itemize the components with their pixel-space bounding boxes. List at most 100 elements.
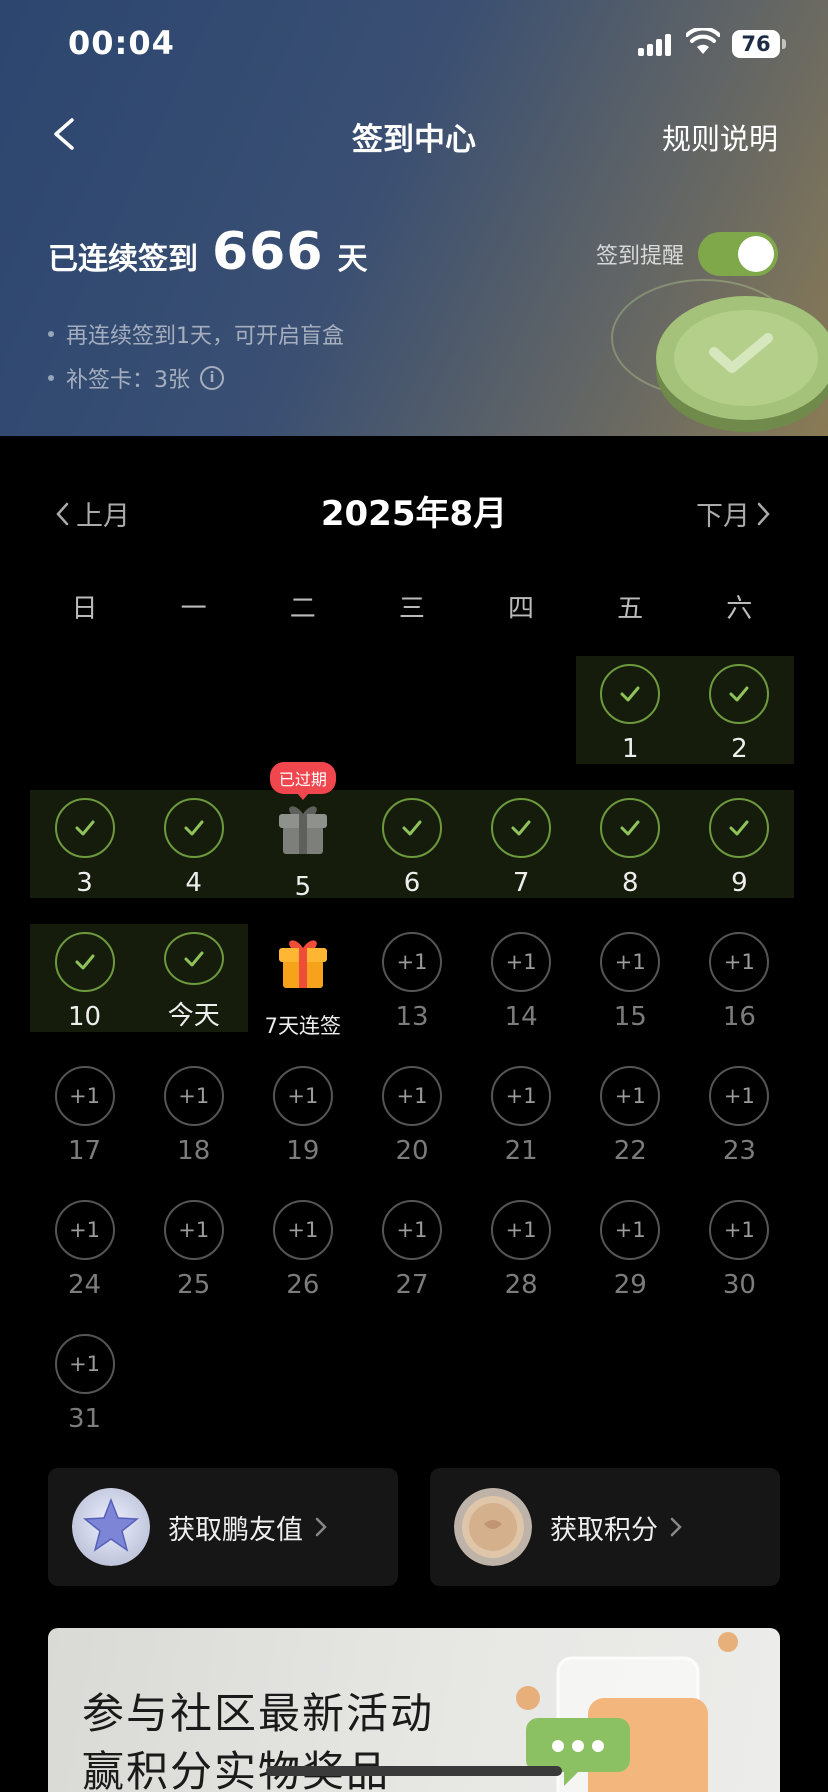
next-month-button[interactable]: 下月 [696, 494, 772, 533]
plus-one-marker: +1 [709, 932, 770, 992]
day-label: 5 [294, 872, 312, 902]
day-label: 18 [177, 1136, 211, 1166]
calendar-day[interactable]: +1 31 [30, 1326, 139, 1434]
reminder-setting: 签到提醒 [596, 232, 779, 276]
tip-item: 再连续签到1天，可开启盲盒 [48, 312, 344, 356]
card-label: 获取积分 [550, 1514, 658, 1546]
header-panel: 00:04 76 签到中心 规则说明 已连续签到 666 天 签到提醒 再连续签… [0, 0, 828, 436]
calendar-day[interactable]: +1 16 [685, 924, 794, 1032]
day-label: 今天 [167, 1001, 220, 1031]
calendar-day[interactable]: +1 24 [30, 1192, 139, 1300]
day-label: 6 [403, 868, 421, 898]
check-coin-illustration [611, 279, 828, 432]
status-bar: 00:04 76 [0, 0, 828, 90]
calendar-day[interactable]: 已过期 5 [248, 762, 357, 902]
weekday-label: 一 [180, 594, 207, 624]
calendar-day[interactable]: 7 [467, 790, 576, 898]
bullet-dot [48, 331, 54, 337]
calendar-day[interactable]: +1 28 [467, 1192, 576, 1300]
calendar-day[interactable]: 1 [576, 656, 685, 764]
plus-one-marker: +1 [381, 1200, 442, 1260]
checkmark-icon [600, 664, 661, 724]
reminder-toggle[interactable] [698, 232, 779, 276]
day-label: 21 [504, 1136, 538, 1166]
plus-one-marker: +1 [272, 1066, 333, 1126]
calendar-day[interactable]: +1 22 [576, 1058, 685, 1166]
checkmark-icon [491, 798, 552, 858]
plus-one-marker: +1 [491, 1200, 552, 1260]
bullet-dot [48, 375, 54, 381]
plus-one-marker: +1 [600, 932, 661, 992]
calendar-day[interactable]: 3 [30, 790, 139, 898]
calendar-day[interactable]: +1 15 [576, 924, 685, 1032]
day-label: 9 [731, 868, 748, 898]
calendar-day[interactable]: 4 [139, 790, 248, 898]
weekday-header: 日 一 二 三 四 五 六 [30, 588, 794, 625]
checkmark-icon [163, 932, 224, 985]
day-label: 22 [613, 1136, 647, 1166]
checkmark-icon [163, 798, 224, 858]
calendar-day[interactable]: 9 [685, 790, 794, 898]
day-label: 29 [613, 1270, 647, 1300]
gift-wrapper [273, 924, 333, 996]
plus-one-marker: +1 [54, 1200, 115, 1260]
calendar-day[interactable]: +1 14 [467, 924, 576, 1032]
gift-box-icon [278, 806, 327, 854]
calendar-day[interactable]: 7天连签 [248, 924, 357, 1038]
calendar-day[interactable]: 8 [576, 790, 685, 898]
streak-label: 已连续签到 [48, 242, 198, 277]
get-points-card[interactable]: 获取积分 [430, 1468, 780, 1586]
checkmark-icon [54, 932, 115, 992]
weekday-label: 三 [398, 594, 425, 624]
day-label: 7 [512, 868, 530, 898]
calendar-day[interactable]: +1 27 [357, 1192, 466, 1300]
wifi-icon [686, 28, 720, 54]
day-label: 27 [395, 1270, 429, 1300]
banner-title-line2: 赢积分实物奖品 [82, 1747, 391, 1792]
calendar-day[interactable]: +1 21 [467, 1058, 576, 1166]
day-label: 14 [504, 1002, 538, 1032]
next-month-label: 下月 [696, 501, 750, 532]
rules-link[interactable]: 规则说明 [662, 116, 778, 158]
plus-one-marker: +1 [491, 932, 552, 992]
plus-one-marker: +1 [272, 1200, 333, 1260]
day-label: 1 [621, 734, 639, 764]
calendar-day[interactable]: +1 19 [248, 1058, 357, 1166]
gift-box-icon [278, 940, 327, 988]
weekday-label: 六 [726, 594, 753, 624]
calendar-day[interactable]: +1 25 [139, 1192, 248, 1300]
get-friend-value-card[interactable]: 获取鹏友值 [48, 1468, 398, 1586]
plus-one-marker: +1 [709, 1066, 770, 1126]
day-label: 2 [731, 734, 748, 764]
home-indicator [266, 1766, 562, 1776]
tip-text: 再连续签到1天，可开启盲盒 [66, 324, 344, 349]
day-label: 13 [395, 1002, 429, 1032]
day-label: 26 [286, 1270, 320, 1300]
day-label: 3 [76, 868, 93, 898]
calendar-day[interactable]: +1 18 [139, 1058, 248, 1166]
reminder-label: 签到提醒 [596, 244, 685, 269]
calendar-day[interactable]: +1 29 [576, 1192, 685, 1300]
chevron-right-icon [670, 1517, 682, 1537]
calendar-day[interactable]: +1 17 [30, 1058, 139, 1166]
calendar-day[interactable]: +1 23 [685, 1058, 794, 1166]
day-label: 19 [286, 1136, 320, 1166]
plus-one-marker: +1 [163, 1066, 224, 1126]
calendar-day[interactable]: +1 20 [357, 1058, 466, 1166]
streak-summary: 已连续签到 666 天 [48, 222, 368, 282]
chevron-right-icon [315, 1517, 327, 1537]
plus-one-marker: +1 [491, 1066, 552, 1126]
calendar-day[interactable]: +1 26 [248, 1192, 357, 1300]
day-label: 15 [613, 1002, 647, 1032]
plus-one-marker: +1 [600, 1200, 661, 1260]
streak-count: 666 [212, 222, 324, 282]
tip-item: 补签卡：3张 i [48, 356, 344, 400]
calendar-day[interactable]: 今天 [139, 924, 248, 1032]
calendar-day[interactable]: +1 30 [685, 1192, 794, 1300]
info-icon[interactable]: i [200, 366, 224, 390]
calendar-day[interactable]: +1 13 [357, 924, 466, 1032]
calendar-day[interactable]: 10 [30, 924, 139, 1032]
day-label: 16 [722, 1002, 756, 1032]
calendar-day[interactable]: 6 [357, 790, 466, 898]
calendar-day[interactable]: 2 [685, 656, 794, 764]
